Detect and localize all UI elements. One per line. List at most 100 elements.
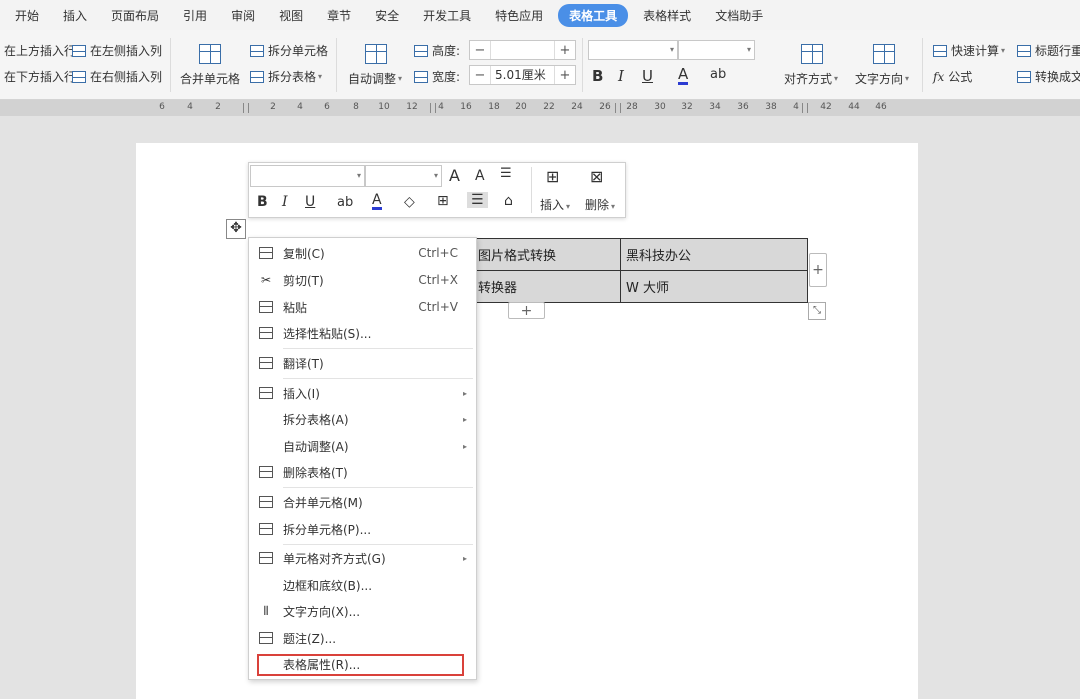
tab-developer[interactable]: 开发工具 [414,4,480,27]
menu-item-text-direction[interactable]: ⫴ 文字方向(X)... [249,598,476,624]
chevron-down-icon: ▾ [356,171,361,180]
col-width-stepper[interactable]: − 5.01厘米 + [469,65,576,85]
tab-security[interactable]: 安全 [366,4,408,27]
table-resize-handle-icon[interactable]: ⤡ [808,302,826,320]
formula-button[interactable]: fx 公式 [933,68,972,85]
menu-item-split-cells[interactable]: 拆分单元格(P)... [249,516,476,542]
tab-review[interactable]: 审阅 [222,4,264,27]
table-cell[interactable]: 黑科技办公 [620,238,808,271]
tab-insert[interactable]: 插入 [54,4,96,27]
underline-button[interactable]: U [642,67,653,85]
floating-mini-toolbar: ▾ ▾ A A ☰ B I U ab A ◇ ⊞ ☰ ⌂ ⊞ 插入 ▾ ⊠ 删除 ▾ [248,162,626,218]
mini-bold-button[interactable]: B [257,194,268,210]
tab-home[interactable]: 开始 [6,4,48,27]
table-cell[interactable]: 转换器 [472,270,621,303]
table-move-handle-icon[interactable]: ✥ [226,219,246,239]
mini-font-size-select[interactable]: ▾ [365,165,442,187]
ruler-margin-marker[interactable] [243,103,249,113]
menu-item-paste-special[interactable]: 选择性粘贴(S)... [249,320,476,346]
ruler-tick: 16 [460,102,472,112]
col-width-icon [414,70,428,83]
insert-col-left-button[interactable]: 在左侧插入列 [72,42,162,59]
menu-divider [283,378,473,379]
ruler-tick: 6 [159,102,165,112]
tab-view[interactable]: 视图 [270,4,312,27]
menu-item-cut[interactable]: ✂ 剪切(T) Ctrl+X [249,267,476,293]
split-table-button[interactable]: 拆分表格 ▾ [250,68,322,85]
mini-insert-button[interactable]: 插入 ▾ [540,196,570,213]
horizontal-ruler[interactable]: 6 4 2 2 4 6 8 10 12 4 16 18 20 22 24 26 … [0,100,1080,116]
document-table[interactable]: 图片格式转换 黑科技办公 转换器 W 大师 [472,238,808,303]
font-size-select[interactable]: ▾ [678,40,755,60]
ruler-tick: 46 [875,102,887,112]
ruler-column-marker[interactable] [615,103,621,113]
menu-item-borders-shading[interactable]: 边框和底纹(B)... [249,572,476,598]
menu-item-split-table[interactable]: 拆分表格(A) ▸ [249,406,476,432]
grow-font-button[interactable]: A [449,166,460,185]
mini-underline-button[interactable]: U [305,194,315,210]
menu-item-insert[interactable]: 插入(I) ▸ [249,380,476,406]
title-row-repeat-button[interactable]: 标题行重 [1017,42,1080,59]
auto-fit-button[interactable]: 自动调整 ▾ [348,70,402,87]
tab-references[interactable]: 引用 [174,4,216,27]
split-cells-button[interactable]: 拆分单元格 [250,42,328,59]
merge-cells-button[interactable]: 合并单元格 [180,70,240,87]
menu-item-translate[interactable]: 翻译(T) [249,350,476,376]
font-color-button[interactable]: A [678,67,689,85]
tab-doc-assistant[interactable]: 文档助手 [706,4,772,27]
mini-delete-button[interactable]: 删除 ▾ [585,196,615,213]
chevron-right-icon: ▸ [462,553,467,563]
mini-strikethrough-button[interactable]: ab [337,195,353,210]
eraser-icon[interactable]: ⌂ [504,193,513,209]
italic-button[interactable]: I [618,67,624,85]
insert-row-below-button[interactable]: 在下方插入行 [0,68,76,85]
col-width-input[interactable]: 5.01厘米 [490,66,555,84]
shrink-font-button[interactable]: A [475,168,485,184]
insert-row-above-button[interactable]: 在上方插入行 [0,42,76,59]
align-icon[interactable]: ☰ [467,192,488,208]
bold-button[interactable]: B [592,67,603,85]
table-cell[interactable]: 图片格式转换 [472,238,621,271]
increase-height-button[interactable]: + [555,43,575,58]
menu-divider [283,348,473,349]
tab-page-layout[interactable]: 页面布局 [102,4,168,27]
ruler-margin-marker[interactable] [802,103,808,113]
menu-item-copy[interactable]: 复制(C) Ctrl+C [249,240,476,266]
mini-font-color-button[interactable]: A [372,193,382,210]
tab-table-tools[interactable]: 表格工具 [558,3,629,27]
line-spacing-icon[interactable]: ☰ [500,166,512,181]
ruler-tick: 4 [297,102,303,112]
decrease-height-button[interactable]: − [470,43,490,58]
cell-align-button[interactable]: 对齐方式 ▾ [784,70,838,87]
menu-item-caption[interactable]: 题注(Z)... [249,625,476,651]
add-row-button[interactable]: + [508,302,545,319]
tab-special-apps[interactable]: 特色应用 [486,4,552,27]
add-column-button[interactable]: + [809,253,827,287]
insert-col-right-button[interactable]: 在右侧插入列 [72,68,162,85]
col-width-label: 宽度: [414,68,460,85]
menu-item-cell-alignment[interactable]: 单元格对齐方式(G) ▸ [249,545,476,571]
ruler-column-marker[interactable] [430,103,436,113]
decrease-width-button[interactable]: − [470,68,490,83]
split-table-icon [250,70,264,83]
convert-to-text-button[interactable]: 转换成文 [1017,68,1080,85]
menu-item-merge-cells[interactable]: 合并单元格(M) [249,489,476,515]
font-name-select[interactable]: ▾ [588,40,678,60]
highlight-button[interactable]: ab [710,67,726,82]
mini-font-name-select[interactable]: ▾ [250,165,365,187]
border-icon[interactable]: ⊞ [437,193,449,209]
menu-item-auto-fit[interactable]: 自动调整(A) ▸ [249,433,476,459]
increase-width-button[interactable]: + [555,68,575,83]
menu-item-delete-table[interactable]: 删除表格(T) [249,459,476,485]
tab-section[interactable]: 章节 [318,4,360,27]
tab-table-style[interactable]: 表格样式 [634,4,700,27]
mini-italic-button[interactable]: I [282,194,288,210]
row-height-stepper[interactable]: − + [469,40,576,60]
split-cells-icon [250,44,264,57]
quick-calc-button[interactable]: 快速计算 ▾ [933,42,1005,59]
text-direction-button[interactable]: 文字方向 ▾ [855,70,909,87]
table-cell[interactable]: W 大师 [620,270,808,303]
menu-item-paste[interactable]: 粘贴 Ctrl+V [249,294,476,320]
row-height-input[interactable] [490,41,555,59]
fill-color-icon[interactable]: ◇ [404,194,415,210]
